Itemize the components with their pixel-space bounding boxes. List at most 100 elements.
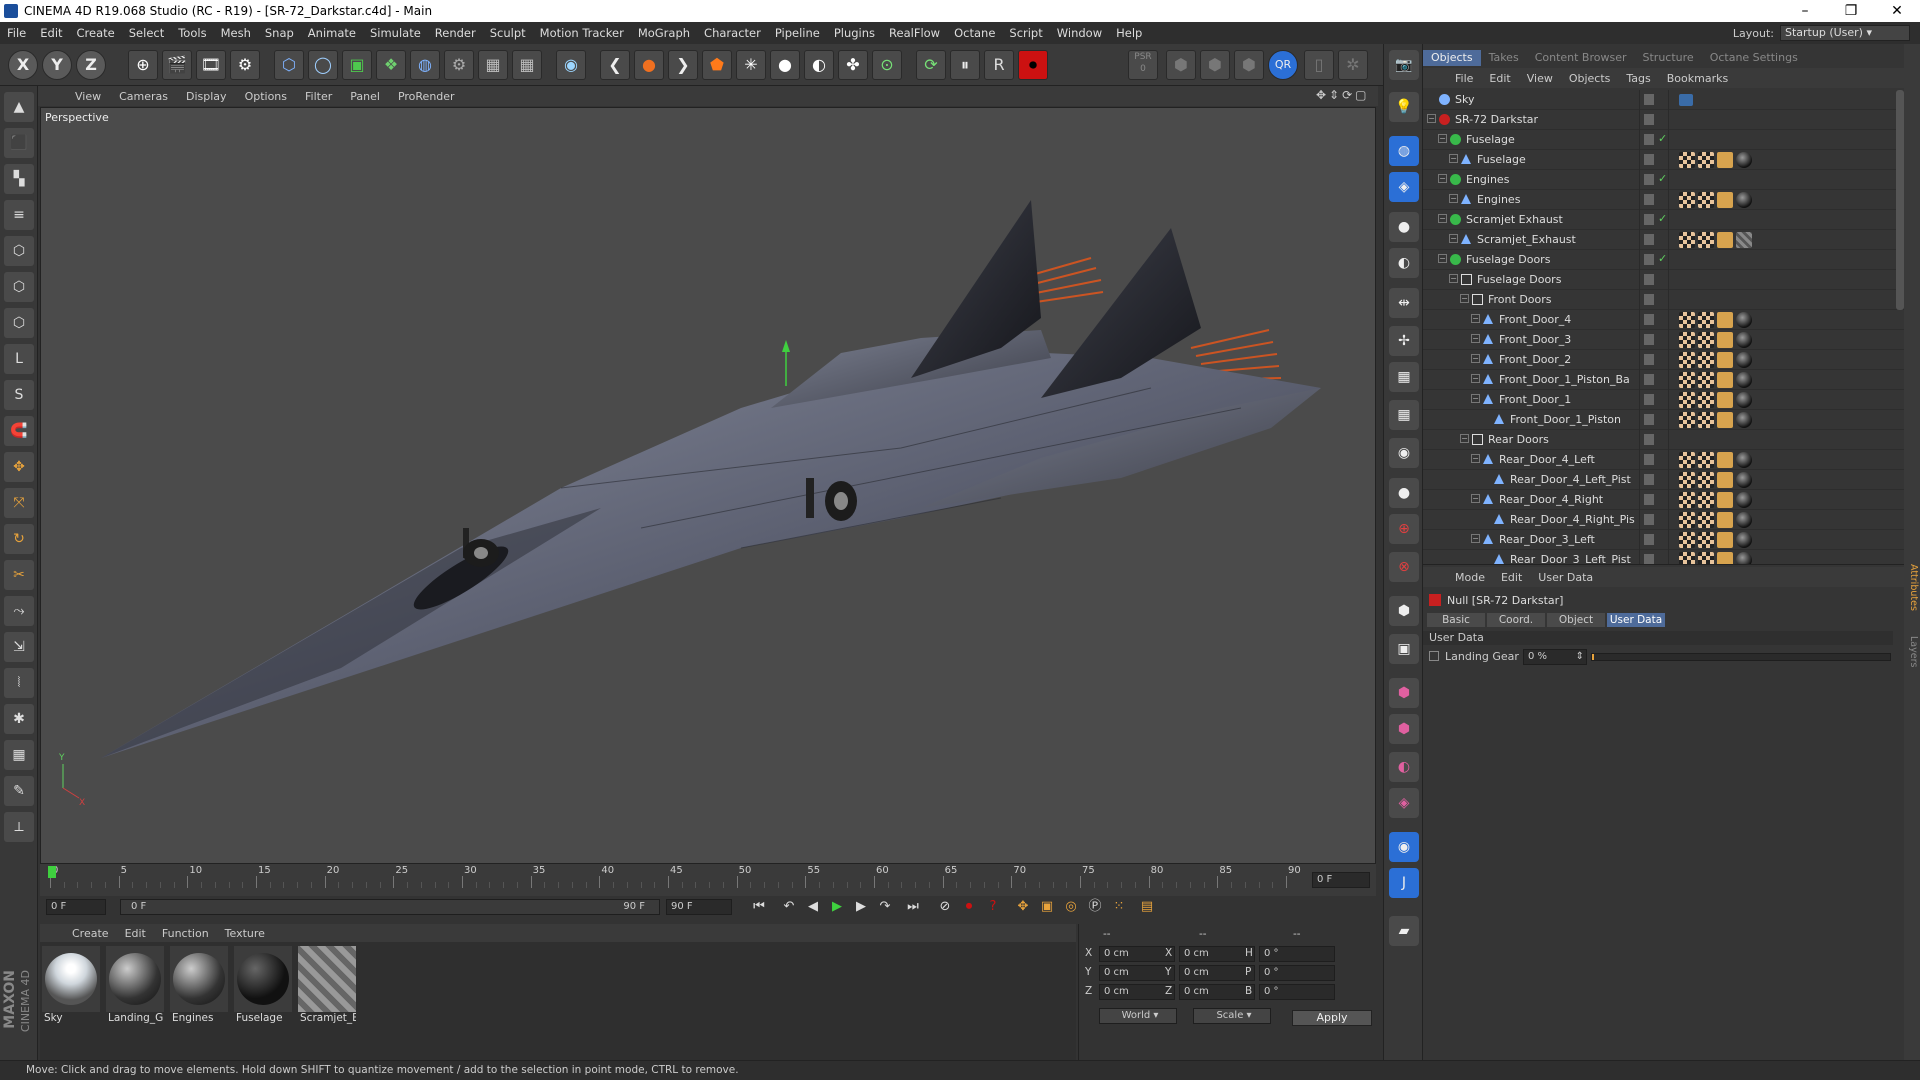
snap-icon[interactable]: S bbox=[4, 380, 34, 410]
texture-tag-icon[interactable] bbox=[1736, 472, 1752, 488]
octane-pivot-icon[interactable]: ⊙ bbox=[872, 50, 902, 80]
object-mode-icon[interactable]: ⬛ bbox=[4, 128, 34, 158]
menu-snap[interactable]: Snap bbox=[258, 26, 301, 40]
grid-object-icon[interactable]: ▦ bbox=[1389, 400, 1419, 430]
uvw-tag-icon[interactable] bbox=[1679, 552, 1695, 564]
material-tag-icon[interactable] bbox=[1717, 232, 1733, 248]
uvw-tag-icon[interactable] bbox=[1679, 452, 1695, 468]
array-icon[interactable]: ▣ bbox=[342, 50, 372, 80]
tree-expand-icon[interactable]: − bbox=[1449, 234, 1458, 243]
editor-visibility-icon[interactable] bbox=[1644, 394, 1654, 405]
tree-expand-icon[interactable]: − bbox=[1460, 294, 1469, 303]
object-visibility-toggles[interactable] bbox=[1639, 270, 1669, 290]
timeline-ruler[interactable]: 051015202530354045505560657075808590 0 F bbox=[40, 864, 1376, 896]
image-viewer-icon[interactable]: ▰ bbox=[1389, 916, 1419, 946]
material-tag-icon[interactable] bbox=[1717, 192, 1733, 208]
object-visibility-toggles[interactable] bbox=[1639, 150, 1669, 170]
tree-expand-icon[interactable]: − bbox=[1438, 134, 1447, 143]
objects-menu-file[interactable]: File bbox=[1447, 72, 1481, 85]
tree-expand-icon[interactable]: − bbox=[1471, 334, 1480, 343]
menu-pipeline[interactable]: Pipeline bbox=[768, 26, 827, 40]
editor-visibility-icon[interactable] bbox=[1644, 274, 1654, 285]
scene-icon[interactable]: ▦ bbox=[478, 50, 508, 80]
attribute-menu-edit[interactable]: Edit bbox=[1493, 571, 1530, 584]
points-mode-icon[interactable]: ⬡ bbox=[4, 236, 34, 266]
coord-y-field[interactable]: 0 cm bbox=[1099, 965, 1175, 981]
editor-visibility-icon[interactable] bbox=[1644, 534, 1654, 545]
uvw-tag-icon[interactable] bbox=[1698, 352, 1714, 368]
object-visibility-toggles[interactable]: ✓ bbox=[1639, 250, 1669, 270]
object-visibility-toggles[interactable] bbox=[1639, 310, 1669, 330]
uvw-tag-icon[interactable] bbox=[1698, 492, 1714, 508]
octane-pause-icon[interactable]: ⏸ bbox=[950, 50, 980, 80]
polygons-mode-icon[interactable]: ⬡ bbox=[4, 308, 34, 338]
object-row[interactable]: Rear_Door_4_Left_Pist bbox=[1423, 470, 1904, 490]
material-tag-icon[interactable] bbox=[1717, 472, 1733, 488]
object-row[interactable]: − Scramjet_Exhaust bbox=[1423, 230, 1904, 250]
object-visibility-toggles[interactable] bbox=[1639, 90, 1669, 110]
object-visibility-toggles[interactable] bbox=[1639, 390, 1669, 410]
editor-visibility-icon[interactable] bbox=[1644, 234, 1654, 245]
tree-expand-icon[interactable]: − bbox=[1471, 354, 1480, 363]
octane-light-icon[interactable]: ● bbox=[770, 50, 800, 80]
stop-icon[interactable]: ⊗ bbox=[1389, 552, 1419, 582]
current-frame-field[interactable]: 0 F bbox=[1312, 872, 1370, 888]
tree-expand-icon[interactable]: − bbox=[1471, 394, 1480, 403]
editor-visibility-icon[interactable] bbox=[1644, 254, 1654, 265]
octane-record-icon[interactable]: ⏺ bbox=[1018, 50, 1048, 80]
floor-grid-icon[interactable]: ▦ bbox=[512, 50, 542, 80]
coord-z-field[interactable]: 0 cm bbox=[1099, 984, 1175, 1000]
tree-expand-icon[interactable]: − bbox=[1449, 154, 1458, 163]
object-visibility-toggles[interactable] bbox=[1639, 110, 1669, 130]
uvw-tag-icon[interactable] bbox=[1679, 412, 1695, 428]
editor-visibility-icon[interactable] bbox=[1644, 374, 1654, 385]
uvw-tag-icon[interactable] bbox=[1698, 532, 1714, 548]
object-visibility-toggles[interactable] bbox=[1639, 430, 1669, 450]
material-menu-texture[interactable]: Texture bbox=[217, 927, 273, 940]
attr-tab-basic[interactable]: Basic bbox=[1427, 613, 1485, 627]
texture-tag-icon[interactable] bbox=[1736, 452, 1752, 468]
autokey-icon[interactable]: ⏺ bbox=[958, 898, 980, 916]
timeline-window-icon[interactable]: ▤ bbox=[1136, 898, 1158, 916]
tree-expand-icon[interactable]: − bbox=[1471, 454, 1480, 463]
object-row[interactable]: − Engines bbox=[1423, 190, 1904, 210]
texture-tag-icon[interactable] bbox=[1736, 332, 1752, 348]
grid-icon[interactable]: ▦ bbox=[4, 740, 34, 770]
animate-param-icon[interactable] bbox=[1429, 651, 1439, 661]
material-tag-icon[interactable] bbox=[1717, 492, 1733, 508]
coord-z-field[interactable]: 0 cm bbox=[1179, 984, 1255, 1000]
object-visibility-toggles[interactable]: ✓ bbox=[1639, 210, 1669, 230]
coord-y-field[interactable]: 0 cm bbox=[1179, 965, 1255, 981]
hatch-material-tag-icon[interactable] bbox=[1736, 232, 1752, 248]
object-visibility-toggles[interactable] bbox=[1639, 290, 1669, 310]
object-row[interactable]: − Rear Doors bbox=[1423, 430, 1904, 450]
octane-material-icon[interactable]: ● bbox=[634, 50, 664, 80]
viewport-nav-icons[interactable]: ✥⇕⟳▢ bbox=[1316, 88, 1370, 102]
coord-mode-scale-dropdown[interactable]: Scale ▾ bbox=[1193, 1008, 1271, 1024]
enabled-check-icon[interactable]: ✓ bbox=[1658, 212, 1667, 225]
key-parameter-icon[interactable]: Ⓟ bbox=[1084, 898, 1106, 916]
object-row[interactable]: − Front_Door_3 bbox=[1423, 330, 1904, 350]
material-tag-icon[interactable] bbox=[1717, 392, 1733, 408]
play-icon[interactable]: ▶ bbox=[826, 898, 848, 916]
redo-icon[interactable]: ⬢ bbox=[1200, 50, 1230, 80]
render-view-icon[interactable]: 🎬 bbox=[162, 50, 192, 80]
close-button[interactable]: ✕ bbox=[1874, 0, 1920, 22]
object-visibility-toggles[interactable] bbox=[1639, 410, 1669, 430]
maximize-button[interactable]: ❐ bbox=[1828, 0, 1874, 22]
attribute-menu-user-data[interactable]: User Data bbox=[1530, 571, 1601, 584]
bend-icon[interactable]: J bbox=[1389, 868, 1419, 898]
tab-layers[interactable]: Layers bbox=[1905, 636, 1919, 667]
viewport-menu-display[interactable]: Display bbox=[177, 90, 236, 103]
qr-icon[interactable]: QR bbox=[1268, 50, 1298, 80]
texture-tag-icon[interactable] bbox=[1736, 152, 1752, 168]
axis-lock-x-button[interactable]: X bbox=[8, 50, 38, 80]
pink-sphere-icon[interactable]: ◐ bbox=[1389, 752, 1419, 782]
material-tag-icon[interactable] bbox=[1717, 452, 1733, 468]
material-tag-icon[interactable] bbox=[1717, 372, 1733, 388]
material-tag-icon[interactable] bbox=[1717, 512, 1733, 528]
uvw-tag-icon[interactable] bbox=[1679, 532, 1695, 548]
editor-visibility-icon[interactable] bbox=[1644, 134, 1654, 145]
object-row[interactable]: − Rear_Door_3_Left bbox=[1423, 530, 1904, 550]
texture-tag-icon[interactable] bbox=[1736, 392, 1752, 408]
